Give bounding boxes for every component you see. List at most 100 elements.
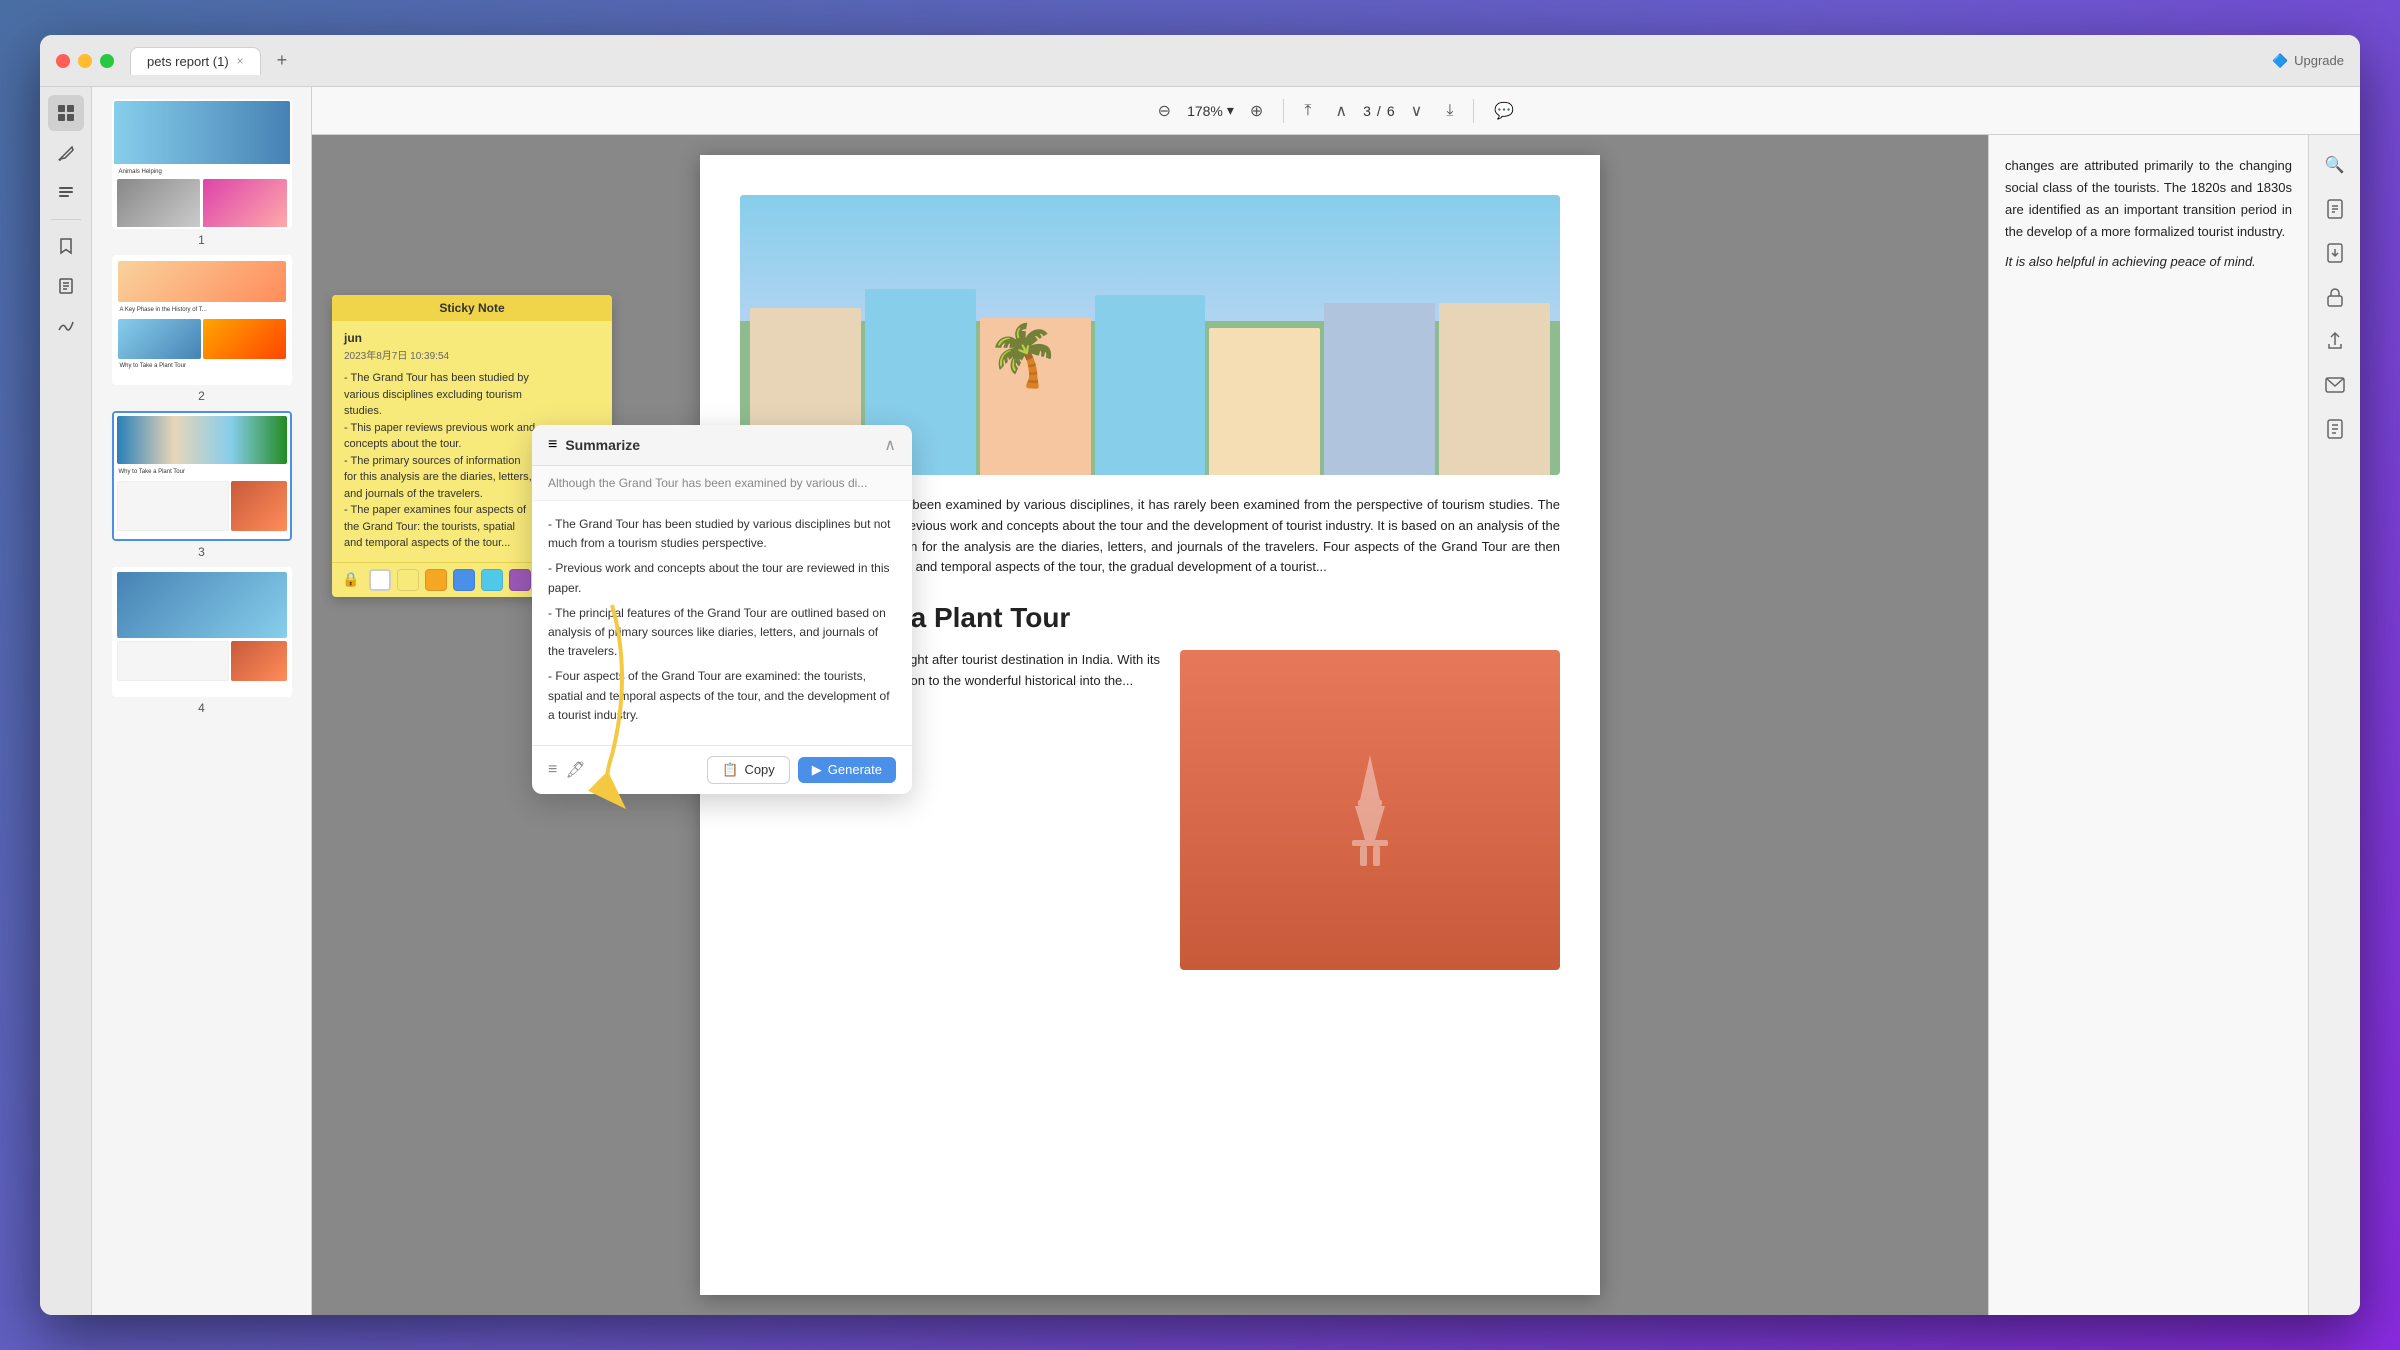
zoom-in-button[interactable]: ⊕ [1242,97,1271,125]
app-window: pets report (1) × + 🔷 Upgrade [40,35,2360,1315]
sidebar-icon-bookmarks[interactable] [48,228,84,264]
zoom-control: 178% ▾ [1187,102,1234,119]
sticky-color-purple[interactable] [509,569,531,591]
generate-icon: ▶ [812,762,822,778]
summarize-title: Summarize [565,437,876,453]
sidebar-icons [40,87,92,1315]
close-window-button[interactable] [56,54,70,68]
tab-bar: pets report (1) × + [130,47,295,75]
share-button[interactable] [2317,323,2353,359]
sticky-color-orange[interactable] [425,569,447,591]
toolbar-divider-1 [1283,99,1284,123]
first-page-button[interactable]: ⤒ [1296,98,1319,124]
summarize-content: - The Grand Tour has been studied by var… [532,501,912,745]
toolbar: ⊖ 178% ▾ ⊕ ⤒ ∧ 3 / 6 ∨ ⤓ [312,87,2360,135]
copy-button[interactable]: 📋 Copy [707,756,790,784]
sticky-color-yellow[interactable] [397,569,419,591]
thumbnail-img-2[interactable]: A Key Phase in the History of T... Why t… [112,255,292,385]
import-button[interactable] [2317,235,2353,271]
sidebar-icon-text[interactable] [48,175,84,211]
building-6 [1324,303,1435,475]
export-pdf-button[interactable] [2317,191,2353,227]
thumbnail-img-1[interactable]: Animals Helping [112,99,292,229]
sticky-color-cyan[interactable] [481,569,503,591]
maximize-window-button[interactable] [100,54,114,68]
titlebar: pets report (1) × + 🔷 Upgrade [40,35,2360,87]
summary-bullet-4: - Four aspects of the Grand Tour are exa… [548,667,896,725]
zoom-dropdown-icon[interactable]: ▾ [1227,102,1234,119]
right-panel-text-2: It is also helpful in achieving peace of… [2005,251,2292,273]
zoom-in-icon: ⊕ [1250,103,1263,120]
thumbnail-label-1: 1 [198,233,205,247]
sticky-color-blue[interactable] [453,569,475,591]
right-panel-icons: 🔍 [2308,135,2360,1315]
thumbnail-page-3[interactable]: Why to Take a Plant Tour 3 [100,411,303,559]
eiffel-tower-image [1180,650,1560,970]
upgrade-button[interactable]: 🔷 Upgrade [2272,53,2344,69]
summarize-footer: ≡ 🖋 📋 Copy ▶ Generate [532,745,912,794]
upgrade-label: Upgrade [2294,53,2344,68]
generate-label: Generate [828,762,882,777]
thumbnail-label-4: 4 [198,701,205,715]
thumbnail-panel: Animals Helping 1 A Key Phase in the His… [92,87,312,1315]
building-7 [1439,303,1550,475]
right-panel-text-1: changes are attributed primarily to the … [2005,155,2292,243]
thumbnail-page-2[interactable]: A Key Phase in the History of T... Why t… [100,255,303,403]
email-button[interactable] [2317,367,2353,403]
traffic-lights [56,54,114,68]
next-page-button[interactable]: ∨ [1403,97,1431,125]
summary-bullet-1: - The Grand Tour has been studied by var… [548,515,896,553]
summarize-close-button[interactable]: ∧ [884,435,896,455]
lock-button[interactable] [2317,279,2353,315]
minimize-window-button[interactable] [78,54,92,68]
summary-bullet-3: - The principal features of the Grand To… [548,604,896,662]
sticky-note-date: 2023年8月7日 10:39:54 [344,347,600,362]
page-indicator: 3 / 6 [1363,103,1394,119]
current-page[interactable]: 3 [1363,103,1371,119]
sidebar-divider-1 [51,219,81,220]
pdf-area[interactable]: 🌴 Although the Grand Tour has been exami… [312,135,1988,1315]
right-panel: changes are attributed primarily to the … [1988,135,2308,1315]
copy-icon: 📋 [722,762,738,778]
search-right-button[interactable]: 🔍 [2317,147,2353,183]
tab-document[interactable]: pets report (1) × [130,47,261,75]
summary-bullet-2: - Previous work and concepts about the t… [548,559,896,597]
summarize-preview-text: Although the Grand Tour has been examine… [548,476,867,490]
zoom-out-icon: ⊖ [1158,103,1171,120]
sticky-note-author: jun [344,331,600,345]
tab-close-button[interactable]: × [237,54,244,68]
total-pages: 6 [1387,103,1395,119]
sticky-note-header: Sticky Note [332,295,612,321]
thumbnail-img-3[interactable]: Why to Take a Plant Tour [112,411,292,541]
thumbnail-label-2: 2 [198,389,205,403]
summarize-panel: ≡ Summarize ∧ Although the Grand Tour ha… [532,425,912,794]
zoom-out-button[interactable]: ⊖ [1150,97,1179,125]
sticky-color-white[interactable] [369,569,391,591]
annotation-button[interactable]: 💬 [1486,97,1522,125]
thumbnail-page-1[interactable]: Animals Helping 1 [100,99,303,247]
pages-button[interactable] [2317,411,2353,447]
sidebar-icon-pages[interactable] [48,268,84,304]
summarize-list-icon[interactable]: ≡ [548,761,557,779]
thumbnail-img-4[interactable] [112,567,292,697]
main-area: Animals Helping 1 A Key Phase in the His… [40,87,2360,1315]
sidebar-icon-thumbnails[interactable] [48,95,84,131]
new-tab-button[interactable]: + [269,50,296,71]
sidebar-icon-annotate[interactable] [48,135,84,171]
sticky-lock-icon[interactable]: 🔒 [342,571,359,588]
sidebar-icon-signatures[interactable] [48,308,84,344]
toolbar-divider-2 [1473,99,1474,123]
thumbnail-page-4[interactable]: 4 [100,567,303,715]
tab-label: pets report (1) [147,54,229,69]
summarize-header-icon: ≡ [548,436,557,454]
summarize-header: ≡ Summarize ∧ [532,425,912,466]
copy-label: Copy [744,762,774,777]
zoom-level[interactable]: 178% [1187,103,1223,119]
thumbnail-label-3: 3 [198,545,205,559]
summarize-quill-icon[interactable]: 🖋 [565,760,585,780]
upgrade-icon: 🔷 [2272,53,2288,69]
last-page-button[interactable]: ⤓ [1438,98,1461,124]
content-with-toolbar: 🌴 Although the Grand Tour has been exami… [312,135,2360,1315]
prev-page-button[interactable]: ∧ [1327,97,1355,125]
generate-button[interactable]: ▶ Generate [798,757,896,783]
